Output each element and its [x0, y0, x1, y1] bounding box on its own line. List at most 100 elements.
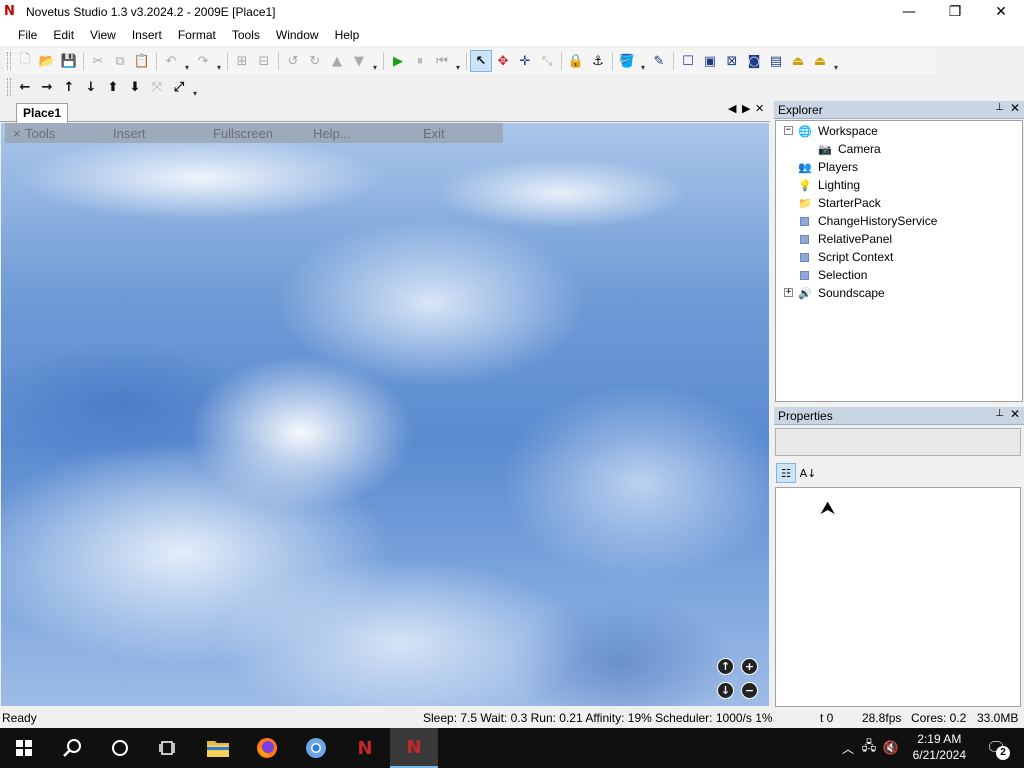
expand-icon[interactable]: ⤧ [146, 76, 168, 98]
fit-icon[interactable]: ⤢ [168, 76, 190, 98]
pause-icon[interactable]: ⏸ [409, 50, 431, 72]
new-icon[interactable]: 🗋 [14, 50, 36, 72]
resize-icon[interactable]: ✛ [514, 50, 536, 72]
properties-grid[interactable]: ⮝ [775, 487, 1021, 707]
tree-item-changehistoryservice[interactable]: ChangeHistoryService [798, 212, 937, 230]
tree-item-selection[interactable]: Selection [798, 266, 867, 284]
surface-icon[interactable]: ▣ [699, 50, 721, 72]
taskbar-clock[interactable]: 2:19 AM 6/21/2024 [913, 731, 966, 763]
menu-format[interactable]: Format [170, 28, 224, 42]
save-icon[interactable]: 💾 [58, 50, 80, 72]
undo-icon[interactable]: ↶ [160, 50, 182, 72]
rotate-left-icon[interactable]: ↺ [282, 50, 304, 72]
network-icon[interactable]: 🖧 [858, 737, 880, 759]
tree-item-script-context[interactable]: Script Context [798, 248, 893, 266]
close-button[interactable]: ✕ [978, 0, 1024, 24]
arrow-right-icon[interactable]: → [36, 76, 58, 98]
gui-tools-button[interactable]: Tools [25, 126, 55, 141]
start-windows-icon[interactable] [0, 728, 48, 768]
gui-insert-button[interactable]: Insert [113, 126, 146, 141]
zoom-out-button[interactable]: − [741, 682, 758, 699]
menu-file[interactable]: File [10, 28, 45, 42]
expand-soundscape-icon[interactable]: + [784, 288, 793, 297]
novetus-studio-taskbar-icon[interactable]: N [390, 728, 438, 768]
tab-place1[interactable]: Place1 [16, 103, 69, 123]
menu-view[interactable]: View [82, 28, 124, 42]
chrome-icon[interactable] [292, 728, 340, 768]
tree-item-players[interactable]: 👥 Players [798, 158, 858, 176]
3d-viewport[interactable]: × Tools Insert Fullscreen Help... Exit ↑… [1, 123, 769, 706]
dropper-icon[interactable]: ✎ [648, 50, 670, 72]
close-icon[interactable]: ✕ [1010, 407, 1020, 421]
redo-icon[interactable]: ↷ [192, 50, 214, 72]
move-down-icon[interactable]: ⬇ [124, 76, 146, 98]
gui-fullscreen-button[interactable]: Fullscreen [213, 126, 273, 141]
toolbar-grip[interactable] [7, 78, 11, 96]
cut-icon[interactable]: ✂ [87, 50, 109, 72]
camera-up-button[interactable]: ↑ [717, 658, 734, 675]
tree-item-soundscape[interactable]: 🔊 Soundscape [798, 284, 885, 302]
tree-item-camera[interactable]: 📷 Camera [818, 140, 881, 158]
play-icon[interactable]: ▶ [387, 50, 409, 72]
tilt-down-icon[interactable]: ▼ [348, 50, 370, 72]
tab-close-icon[interactable]: ✕ [755, 102, 764, 115]
weld-icon[interactable]: ⊠ [721, 50, 743, 72]
volume-muted-icon[interactable]: 🔇 [880, 741, 902, 756]
anchor-icon[interactable]: ⚓ [587, 50, 609, 72]
pin-icon[interactable]: ⊥ [995, 102, 1004, 113]
toolbar-grip[interactable] [7, 52, 11, 70]
tree-item-workspace[interactable]: 🌐 Workspace [798, 122, 878, 140]
lock-icon[interactable]: 🔒 [565, 50, 587, 72]
chevron-up-icon[interactable]: ︿ [838, 740, 858, 757]
dropdown-icon[interactable]: ▾ [831, 50, 841, 72]
select-icon[interactable]: ↖ [470, 50, 492, 72]
gui-exit-button[interactable]: Exit [423, 126, 445, 141]
group-icon[interactable]: ⊞ [231, 50, 253, 72]
paint-icon[interactable]: 🪣 [616, 50, 638, 72]
move-up-icon[interactable]: ⬆ [102, 76, 124, 98]
spring-icon[interactable]: ⏏ [809, 50, 831, 72]
rotate-right-icon[interactable]: ↻ [304, 50, 326, 72]
hinge-icon[interactable]: ⏏ [787, 50, 809, 72]
copy-icon[interactable]: ⧉ [109, 50, 131, 72]
tree-item-relativepanel[interactable]: RelativePanel [798, 230, 892, 248]
minimize-button[interactable]: — [886, 0, 932, 24]
firefox-icon[interactable] [243, 728, 291, 768]
maximize-button[interactable]: ❐ [932, 0, 978, 24]
motor-icon[interactable]: ▤ [765, 50, 787, 72]
move-icon[interactable]: ✥ [492, 50, 514, 72]
gui-close-icon[interactable]: × [13, 126, 21, 141]
cortana-icon[interactable] [96, 728, 144, 768]
collapse-workspace-icon[interactable]: − [784, 126, 793, 135]
open-icon[interactable]: 📂 [36, 50, 58, 72]
menu-window[interactable]: Window [268, 28, 327, 42]
menu-edit[interactable]: Edit [45, 28, 82, 42]
close-icon[interactable]: ✕ [1010, 101, 1020, 115]
tree-item-lighting[interactable]: 💡 Lighting [798, 176, 860, 194]
file-explorer-icon[interactable] [194, 728, 242, 768]
arrow-up-icon[interactable]: ↑ [58, 76, 80, 98]
menu-help[interactable]: Help [327, 28, 368, 42]
gui-help-button[interactable]: Help... [313, 126, 351, 141]
alphabetical-icon[interactable]: A↓ [798, 463, 818, 483]
search-icon[interactable] [48, 728, 96, 768]
arrow-left-icon[interactable]: ← [14, 76, 36, 98]
tab-scroll-left-icon[interactable]: ◀ [728, 102, 736, 115]
box-icon[interactable]: ☐ [677, 50, 699, 72]
menu-tools[interactable]: Tools [224, 28, 268, 42]
paste-icon[interactable]: 📋 [131, 50, 153, 72]
scale-icon[interactable]: ⤡ [536, 50, 558, 72]
tilt-up-icon[interactable]: ▲ [326, 50, 348, 72]
novetus-taskbar-icon[interactable]: N [341, 728, 389, 768]
glue-icon[interactable]: ◙ [743, 50, 765, 72]
camera-down-button[interactable]: ↓ [717, 682, 734, 699]
zoom-in-button[interactable]: + [741, 658, 758, 675]
stop-icon[interactable]: ⏮ [431, 50, 453, 72]
ungroup-icon[interactable]: ⊟ [253, 50, 275, 72]
categorized-icon[interactable]: ☷ [776, 463, 796, 483]
menu-insert[interactable]: Insert [124, 28, 170, 42]
tree-item-starterpack[interactable]: 📁 StarterPack [798, 194, 881, 212]
pin-icon[interactable]: ⊥ [995, 408, 1004, 419]
arrow-down-icon[interactable]: ↓ [80, 76, 102, 98]
tab-scroll-right-icon[interactable]: ▶ [742, 102, 750, 115]
